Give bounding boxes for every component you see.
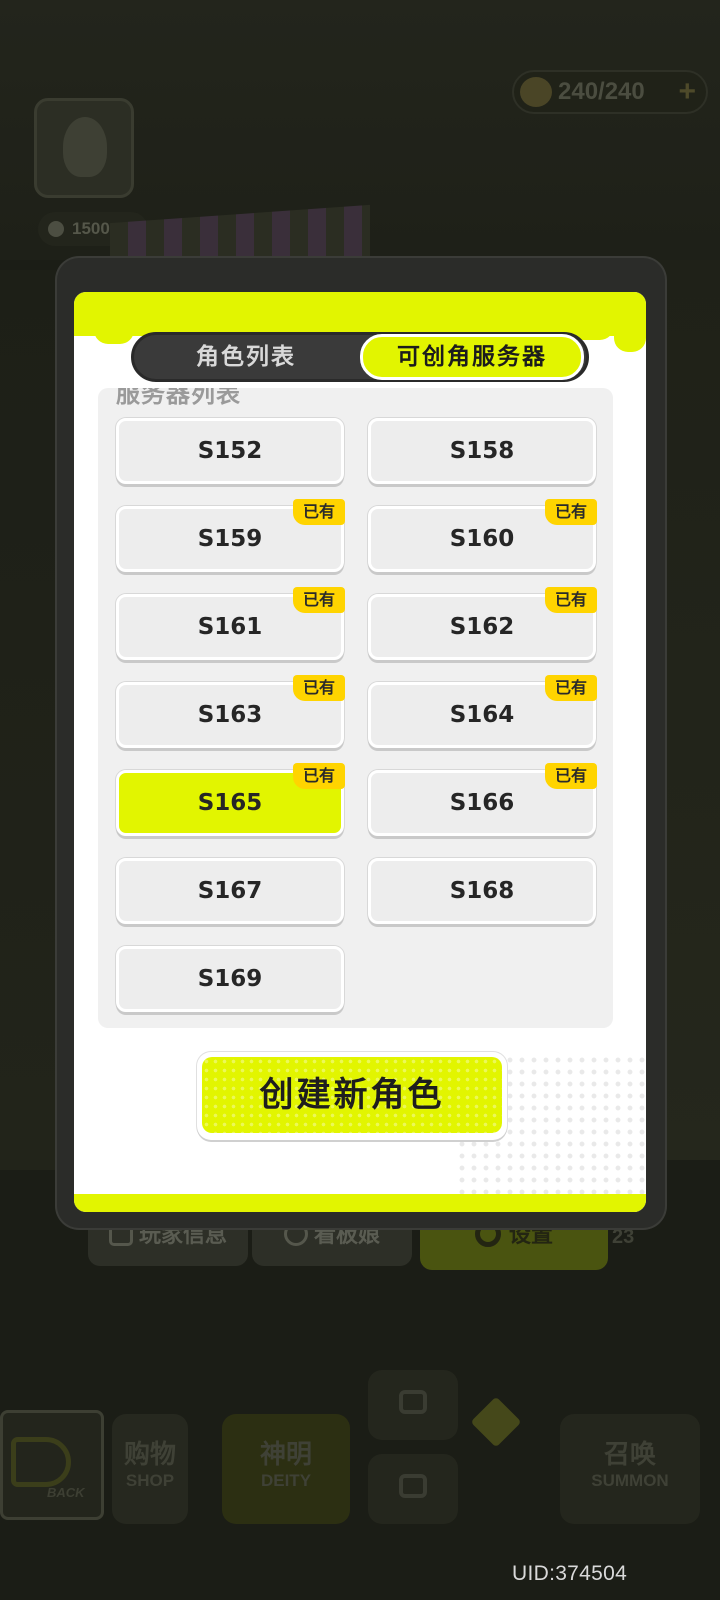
nav-summon: 召唤 SUMMON (560, 1414, 700, 1524)
header-drip (614, 322, 646, 352)
side-number: 23 (612, 1226, 635, 1248)
server-name: S168 (449, 878, 515, 904)
server-button-s163[interactable]: S163 已有 (116, 675, 345, 748)
create-character-label: 创建新角色 (202, 1057, 502, 1133)
server-button-s168[interactable]: S168 (368, 858, 596, 924)
server-button-s159[interactable]: S159 已有 (116, 499, 345, 572)
deity-label-en: DEITY (260, 1471, 312, 1490)
server-button-s161[interactable]: S161 已有 (116, 587, 345, 660)
lock-icon (399, 1474, 427, 1498)
owned-badge: 已有 (545, 587, 597, 613)
shop-label-en: SHOP (125, 1471, 175, 1490)
owned-badge: 已有 (293, 499, 345, 525)
owned-badge: 已有 (293, 763, 345, 789)
server-button-s164[interactable]: S164 已有 (368, 675, 597, 748)
server-button-s165[interactable]: S165 已有 (116, 763, 345, 836)
plus-icon: + (678, 75, 696, 108)
server-name: S160 (449, 526, 515, 552)
server-name: S163 (197, 702, 263, 728)
summon-label-en: SUMMON (591, 1471, 669, 1490)
server-name: S161 (197, 614, 263, 640)
server-name: S169 (197, 966, 263, 992)
server-name: S166 (449, 790, 515, 816)
header-drip (94, 322, 134, 344)
tab-bar: 角色列表 可创角服务器 (131, 332, 589, 382)
owned-badge: 已有 (545, 675, 597, 701)
owned-badge: 已有 (293, 587, 345, 613)
server-button-s166[interactable]: S166 已有 (368, 763, 597, 836)
server-name: S167 (197, 878, 263, 904)
server-list[interactable]: 服务器列表 S152 S158 S159 已有 S160 已有 S161 已有 S162 已有 S1… (98, 388, 613, 1028)
nav-locked-slot (368, 1454, 458, 1524)
nav-shop: 购物 SHOP (112, 1414, 188, 1524)
nav-locked-slot (368, 1370, 458, 1440)
server-name: S152 (197, 438, 263, 464)
star-icon (470, 1396, 522, 1448)
dialog-footer (74, 1194, 646, 1212)
lock-icon (399, 1390, 427, 1414)
energy-counter: 240/240 + (512, 70, 708, 114)
deity-label: 神明 (259, 1440, 312, 1470)
server-select-dialog: 角色列表 可创角服务器 服务器列表 S152 S158 S159 已有 S160 已有 S1… (74, 292, 646, 1212)
server-list-title: 服务器列表 (116, 388, 241, 408)
owned-badge: 已有 (293, 675, 345, 701)
server-name: S158 (449, 438, 515, 464)
uid-label: UID:374504 (512, 1562, 628, 1585)
back-arrow-icon (11, 1437, 71, 1487)
back-button: BACK (0, 1410, 104, 1520)
server-button-s167[interactable]: S167 (116, 858, 344, 924)
server-name: S164 (449, 702, 515, 728)
shop-label: 购物 (123, 1440, 176, 1470)
owned-badge: 已有 (545, 499, 597, 525)
server-name: S162 (449, 614, 515, 640)
summon-label: 召唤 (603, 1440, 656, 1470)
back-label: BACK (47, 1485, 85, 1500)
nav-deity: 神明 DEITY (222, 1414, 350, 1524)
tab-character-list[interactable]: 角色列表 (134, 335, 358, 379)
tab-available-servers[interactable]: 可创角服务器 (360, 334, 584, 380)
server-button-s160[interactable]: S160 已有 (368, 499, 597, 572)
player-avatar (34, 98, 134, 198)
create-character-button[interactable]: 创建新角色 (197, 1052, 507, 1140)
power-value: 1500 (72, 219, 110, 238)
server-button-s169[interactable]: S169 (116, 946, 344, 1012)
server-button-s162[interactable]: S162 已有 (368, 587, 597, 660)
server-button-s152[interactable]: S152 (116, 418, 344, 484)
side-art-left (0, 270, 56, 1170)
server-button-s158[interactable]: S158 (368, 418, 596, 484)
server-name: S165 (197, 790, 263, 816)
server-name: S159 (197, 526, 263, 552)
energy-value: 240/240 (558, 78, 645, 105)
owned-badge: 已有 (545, 763, 597, 789)
